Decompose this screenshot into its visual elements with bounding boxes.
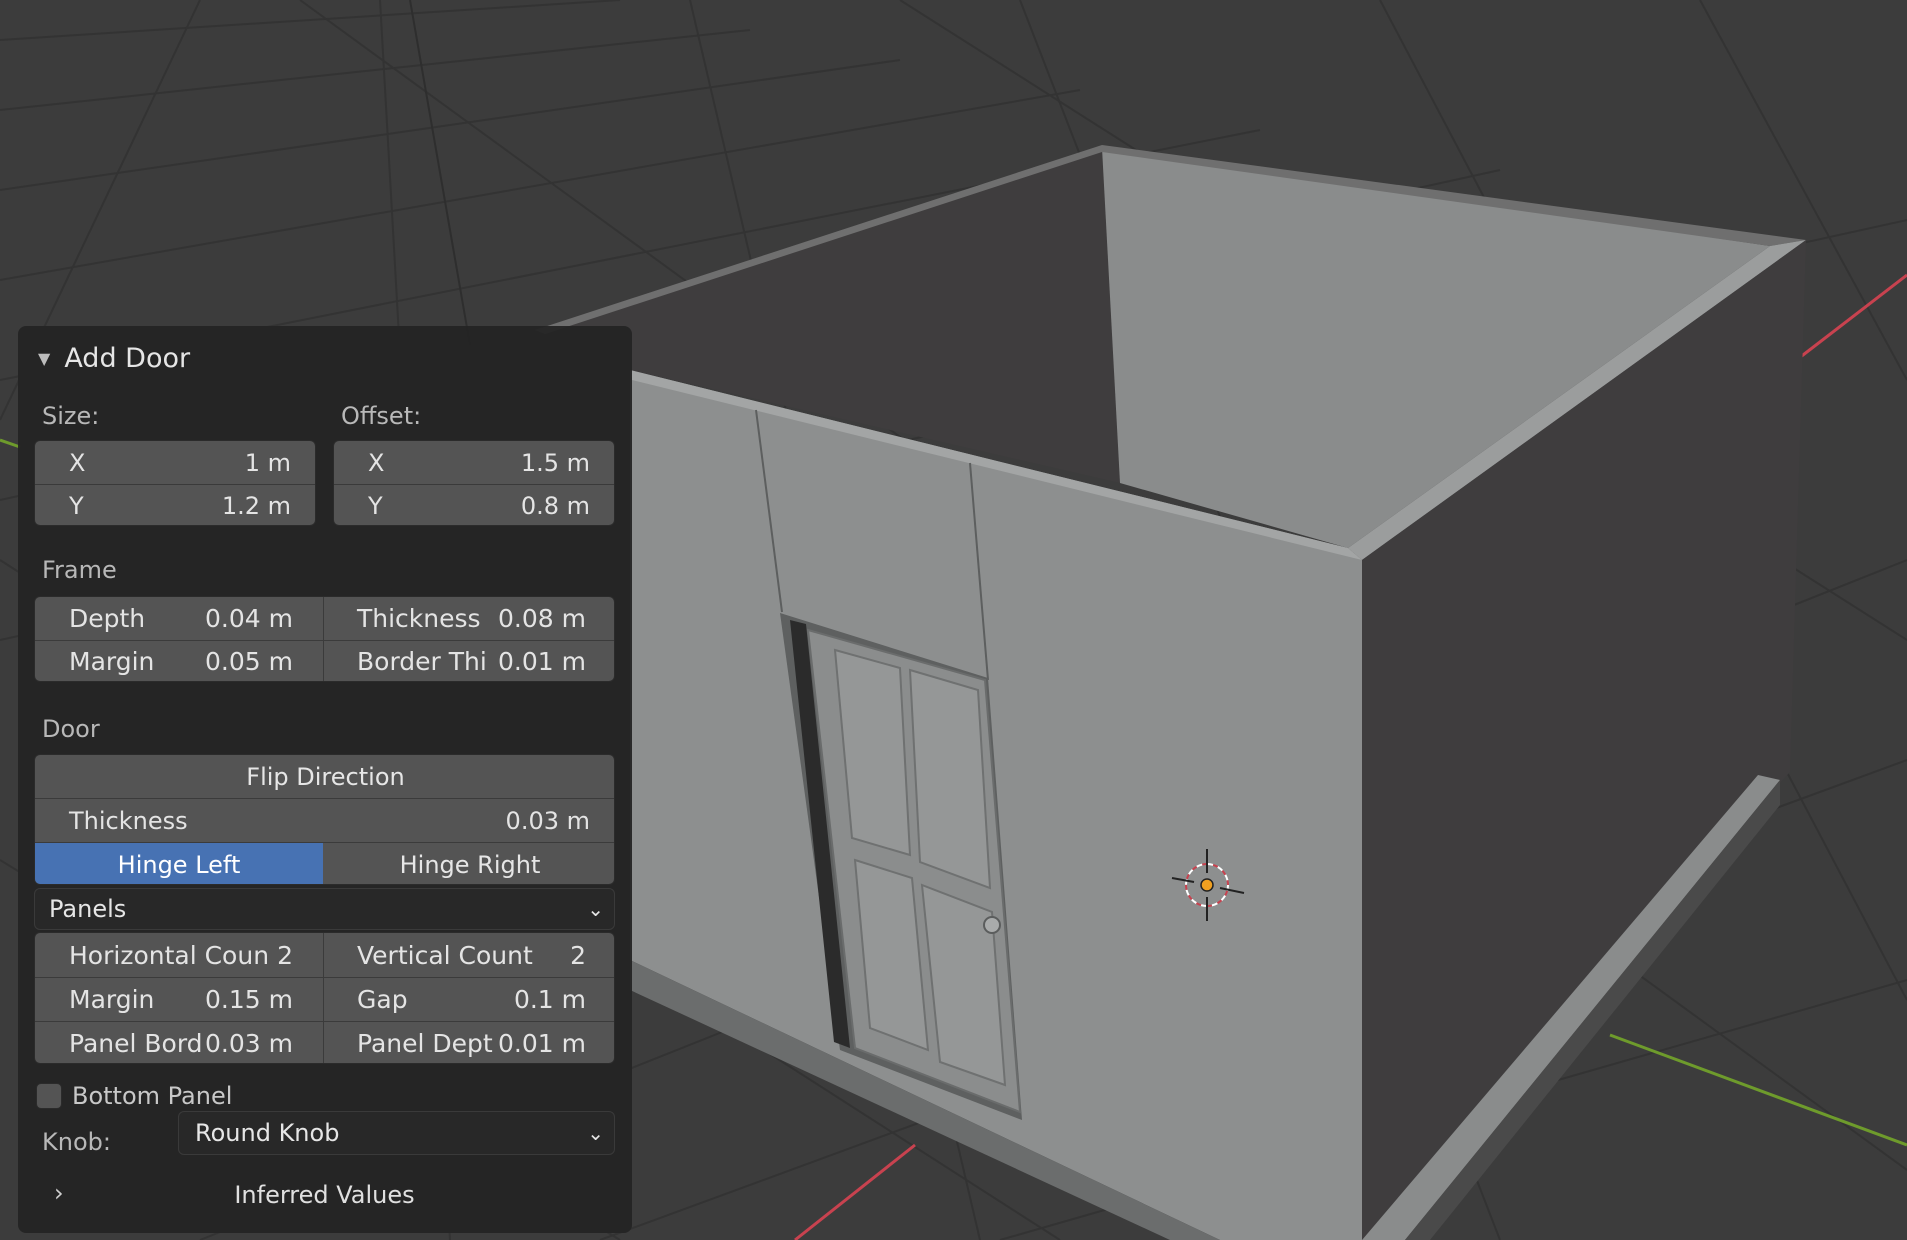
door-label: Door <box>42 715 100 743</box>
divider <box>323 597 324 681</box>
divider <box>35 977 614 978</box>
frame-field-group: Depth 0.04 m Thickness 0.08 m Margin 0.0… <box>34 596 615 682</box>
frame-margin-field[interactable]: Margin 0.05 m <box>35 640 323 681</box>
door-type-dropdown[interactable]: Panels ⌄ <box>34 888 615 930</box>
offset-y-label: Y <box>368 492 383 520</box>
panel-gap-label: Gap <box>357 984 408 1014</box>
offset-x-value: 1.5 m <box>520 448 590 477</box>
knob-label: Knob: <box>42 1128 111 1156</box>
door-type-value: Panels <box>49 895 127 923</box>
offset-y-field[interactable]: Y 0.8 m <box>334 484 614 525</box>
add-door-operator-panel: ▼ Add Door Size: X 1 m Y 1.2 m Offset: X… <box>18 326 632 1233</box>
frame-depth-label: Depth <box>69 604 146 633</box>
panel-gap-value: 0.1 m <box>513 984 586 1014</box>
door-thickness-label: Thickness <box>69 806 188 835</box>
door-knob-icon <box>983 916 1001 934</box>
chevron-down-icon: ⌄ <box>587 897 604 921</box>
panel-border-label: Panel Bord <box>69 1028 203 1058</box>
panels-field-group: Horizontal Coun 2 Vertical Count 2 Margi… <box>34 932 615 1064</box>
panel-depth-value: 0.01 m <box>498 1028 586 1058</box>
panel-title: Add Door <box>64 342 191 374</box>
frame-margin-label: Margin <box>69 647 155 676</box>
flip-direction-button[interactable]: Flip Direction <box>35 755 614 798</box>
offset-field-group: X 1.5 m Y 0.8 m <box>333 440 615 526</box>
size-field-group: X 1 m Y 1.2 m <box>34 440 316 526</box>
size-x-value: 1 m <box>244 448 291 477</box>
door-thickness-field[interactable]: Thickness 0.03 m <box>35 799 614 842</box>
size-y-label: Y <box>69 492 84 520</box>
vertical-count-label: Vertical Count <box>357 940 533 970</box>
panel-margin-field[interactable]: Margin 0.15 m <box>35 977 323 1021</box>
collapse-triangle-icon[interactable]: ▼ <box>38 349 50 368</box>
inferred-values-subpanel[interactable]: › Inferred Values <box>34 1171 615 1217</box>
hinge-left-button[interactable]: Hinge Left <box>35 843 323 884</box>
offset-x-field[interactable]: X 1.5 m <box>334 441 614 484</box>
bottom-panel-toggle[interactable]: Bottom Panel <box>36 1082 232 1110</box>
frame-label: Frame <box>42 556 117 584</box>
frame-depth-field[interactable]: Depth 0.04 m <box>35 597 323 640</box>
frame-border-label: Border Thi <box>357 647 487 676</box>
divider <box>323 933 324 1063</box>
frame-border-value: 0.01 m <box>498 647 586 676</box>
horizontal-count-label: Horizontal Coun <box>69 940 270 970</box>
panel-margin-value: 0.15 m <box>205 984 293 1014</box>
vertical-count-value: 2 <box>570 940 586 970</box>
hinge-right-button[interactable]: Hinge Right <box>324 843 614 884</box>
vertical-count-field[interactable]: Vertical Count 2 <box>323 933 614 977</box>
panel-gap-field[interactable]: Gap 0.1 m <box>323 977 614 1021</box>
offset-x-label: X <box>368 448 385 477</box>
size-y-field[interactable]: Y 1.2 m <box>35 484 315 525</box>
panel-border-value: 0.03 m <box>205 1028 293 1058</box>
size-label: Size: <box>42 402 100 430</box>
door-field-group: Flip Direction Thickness 0.03 m Hinge Le… <box>34 754 615 885</box>
panel-depth-label: Panel Dept <box>357 1028 493 1058</box>
knob-value: Round Knob <box>195 1119 340 1147</box>
bottom-panel-label: Bottom Panel <box>72 1082 233 1110</box>
size-x-label: X <box>69 448 86 477</box>
frame-thickness-value: 0.08 m <box>498 604 586 633</box>
offset-label: Offset: <box>341 402 422 430</box>
knob-dropdown[interactable]: Round Knob ⌄ <box>178 1111 615 1155</box>
divider <box>35 640 614 641</box>
offset-y-value: 0.8 m <box>520 492 590 520</box>
frame-margin-value: 0.05 m <box>205 647 293 676</box>
divider <box>35 1021 614 1022</box>
door-thickness-value: 0.03 m <box>505 806 590 835</box>
size-y-value: 1.2 m <box>221 492 291 520</box>
frame-thickness-field[interactable]: Thickness 0.08 m <box>323 597 614 640</box>
inferred-values-label: Inferred Values <box>234 1181 415 1209</box>
bottom-panel-checkbox[interactable] <box>36 1083 62 1109</box>
frame-depth-value: 0.04 m <box>205 604 293 633</box>
frame-border-thickness-field[interactable]: Border Thi 0.01 m <box>323 640 614 681</box>
horizontal-count-field[interactable]: Horizontal Coun 2 <box>35 933 323 977</box>
size-x-field[interactable]: X 1 m <box>35 441 315 484</box>
chevron-down-icon: ⌄ <box>587 1121 604 1145</box>
frame-thickness-label: Thickness <box>357 604 481 633</box>
panel-depth-field[interactable]: Panel Dept 0.01 m <box>323 1021 614 1063</box>
panel-margin-label: Margin <box>69 984 155 1014</box>
panel-border-field[interactable]: Panel Bord 0.03 m <box>35 1021 323 1063</box>
horizontal-count-value: 2 <box>277 940 293 970</box>
panel-header[interactable]: ▼ Add Door <box>38 336 190 380</box>
